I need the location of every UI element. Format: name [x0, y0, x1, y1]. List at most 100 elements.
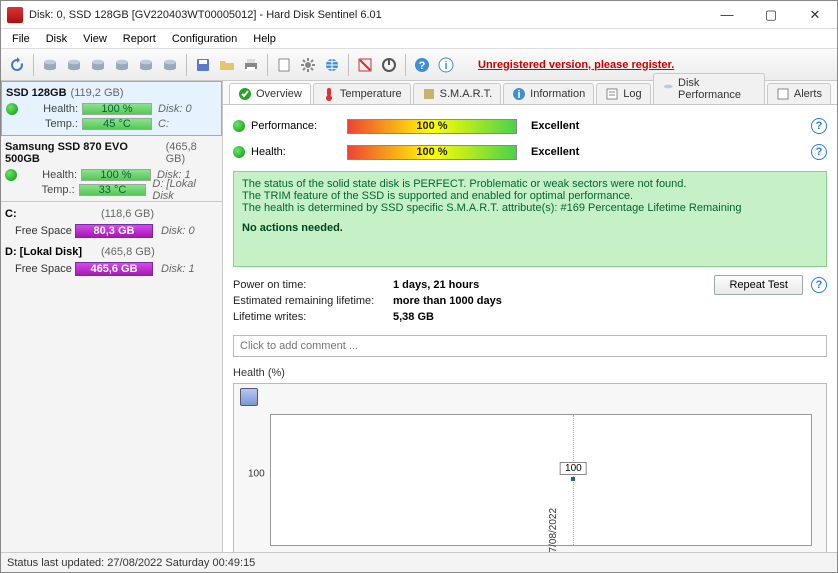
- disk-card-0[interactable]: SSD 128GB (119,2 GB) Health: 100 % Disk:…: [1, 81, 222, 136]
- no-actions: No actions needed.: [242, 222, 818, 234]
- perf-ok-icon: [233, 120, 245, 132]
- globe-icon[interactable]: [321, 54, 343, 76]
- svg-text:?: ?: [419, 60, 426, 72]
- disk6-icon[interactable]: [159, 54, 181, 76]
- temp-bar: 45 °C: [82, 118, 152, 130]
- disk-name: SSD 128GB: [6, 87, 67, 99]
- volume-size: (118,6 GB): [101, 208, 154, 220]
- info-icon[interactable]: i: [435, 54, 457, 76]
- minimize-button[interactable]: —: [705, 1, 749, 29]
- lifetime-label: Estimated remaining lifetime:: [233, 295, 393, 307]
- overview-panel: Performance: 100 % Excellent ? Health: 1…: [223, 105, 837, 552]
- menu-report[interactable]: Report: [116, 31, 163, 47]
- close-button[interactable]: ✕: [793, 1, 837, 29]
- menu-disk[interactable]: Disk: [39, 31, 74, 47]
- register-link[interactable]: Unregistered version, please register.: [478, 59, 674, 71]
- performance-bar: 100 %: [347, 119, 517, 134]
- tab-temperature[interactable]: Temperature: [313, 83, 411, 104]
- help-icon[interactable]: ?: [411, 54, 433, 76]
- chart-ytick: 100: [248, 469, 265, 480]
- health-bar: 100 %: [81, 169, 151, 181]
- right-panel: Overview Temperature S.M.A.R.T. iInforma…: [223, 81, 837, 552]
- titlebar: Disk: 0, SSD 128GB [GV220403WT00005012] …: [1, 1, 837, 29]
- performance-rating: Excellent: [531, 120, 579, 132]
- app-icon: [7, 7, 23, 23]
- help-repeat-icon[interactable]: ?: [811, 277, 827, 293]
- free-space-bar: 80,3 GB: [75, 224, 153, 238]
- chart-point-label: 100: [560, 462, 587, 475]
- tab-log[interactable]: Log: [596, 83, 650, 104]
- doc-icon[interactable]: [273, 54, 295, 76]
- disk-size: (119,2 GB): [71, 87, 124, 99]
- temp-label: Temp.:: [20, 184, 74, 196]
- writes-label: Lifetime writes:: [233, 311, 393, 323]
- status-text: Status last updated: 27/08/2022 Saturday…: [7, 557, 255, 569]
- disk-card-1[interactable]: Samsung SSD 870 EVO 500GB (465,8 GB) Hea…: [1, 136, 222, 201]
- disk-index: Disk: 0: [158, 103, 192, 115]
- tab-disk-performance[interactable]: Disk Performance: [653, 73, 765, 104]
- disk2-icon[interactable]: [63, 54, 85, 76]
- health-bar: 100 %: [82, 103, 152, 115]
- health-label: Health:: [21, 169, 77, 181]
- tab-overview[interactable]: Overview: [229, 83, 311, 104]
- disk5-icon[interactable]: [135, 54, 157, 76]
- maximize-button[interactable]: ▢: [749, 1, 793, 29]
- chart-plot: 100 27/08/2022: [270, 414, 812, 546]
- menu-help[interactable]: Help: [246, 31, 283, 47]
- drive-letter: D: [Lokal Disk: [152, 178, 218, 202]
- writes-value: 5,38 GB: [393, 311, 434, 323]
- help-health-icon[interactable]: ?: [811, 144, 827, 160]
- stats-grid: Power on time: 1 days, 21 hours Repeat T…: [233, 277, 827, 325]
- health-ok-icon: [233, 146, 245, 158]
- comment-input[interactable]: [233, 335, 827, 357]
- health-label: Health:: [22, 103, 78, 115]
- power-icon[interactable]: [378, 54, 400, 76]
- health-bar: 100 %: [347, 145, 517, 160]
- disk-icon[interactable]: [39, 54, 61, 76]
- disk4-icon[interactable]: [111, 54, 133, 76]
- temp-label: Temp.:: [22, 118, 78, 130]
- menu-view[interactable]: View: [76, 31, 114, 47]
- volume-name: D: [Lokal Disk]: [5, 246, 101, 258]
- refresh-icon[interactable]: [6, 54, 28, 76]
- disk3-icon[interactable]: [87, 54, 109, 76]
- status-box: The status of the solid state disk is PE…: [233, 171, 827, 267]
- tab-information[interactable]: iInformation: [503, 83, 594, 104]
- power-on-value: 1 days, 21 hours: [393, 279, 479, 291]
- volumes-section: C: (118,6 GB) Free Space 80,3 GB Disk: 0…: [1, 202, 222, 282]
- chart-xtick: 27/08/2022: [548, 508, 559, 552]
- chart-title: Health (%): [233, 367, 827, 379]
- health-label: Health:: [251, 146, 347, 158]
- print-icon[interactable]: [240, 54, 262, 76]
- gear-icon[interactable]: [297, 54, 319, 76]
- free-space-bar: 465,6 GB: [75, 262, 153, 276]
- status-line: The TRIM feature of the SSD is supported…: [242, 190, 818, 202]
- volume-disk-index: Disk: 0: [161, 225, 195, 237]
- health-ok-icon: [5, 169, 17, 181]
- help-performance-icon[interactable]: ?: [811, 118, 827, 134]
- free-space-label: Free Space: [5, 263, 75, 275]
- volume-size: (465,8 GB): [101, 246, 155, 258]
- svg-text:i: i: [518, 89, 521, 101]
- save-icon[interactable]: [192, 54, 214, 76]
- menu-configuration[interactable]: Configuration: [165, 31, 244, 47]
- tab-smart[interactable]: S.M.A.R.T.: [413, 83, 502, 104]
- temp-bar: 33 °C: [79, 184, 147, 196]
- tabs: Overview Temperature S.M.A.R.T. iInforma…: [223, 81, 837, 105]
- performance-label: Performance:: [251, 120, 347, 132]
- drive-letter: C:: [158, 118, 169, 130]
- folder-icon[interactable]: [216, 54, 238, 76]
- chart-point: [571, 477, 575, 481]
- svg-text:i: i: [444, 60, 447, 72]
- window-title: Disk: 0, SSD 128GB [GV220403WT00005012] …: [29, 9, 705, 21]
- blocked-icon[interactable]: [354, 54, 376, 76]
- menubar: File Disk View Report Configuration Help: [1, 29, 837, 49]
- tab-alerts[interactable]: Alerts: [767, 83, 831, 104]
- menu-file[interactable]: File: [5, 31, 37, 47]
- power-on-label: Power on time:: [233, 279, 393, 291]
- volume-disk-index: Disk: 1: [161, 263, 195, 275]
- repeat-test-button[interactable]: Repeat Test: [714, 275, 803, 295]
- save-chart-icon[interactable]: [240, 388, 258, 406]
- health-chart: 100 100 27/08/2022: [233, 383, 827, 552]
- statusbar: Status last updated: 27/08/2022 Saturday…: [1, 552, 837, 572]
